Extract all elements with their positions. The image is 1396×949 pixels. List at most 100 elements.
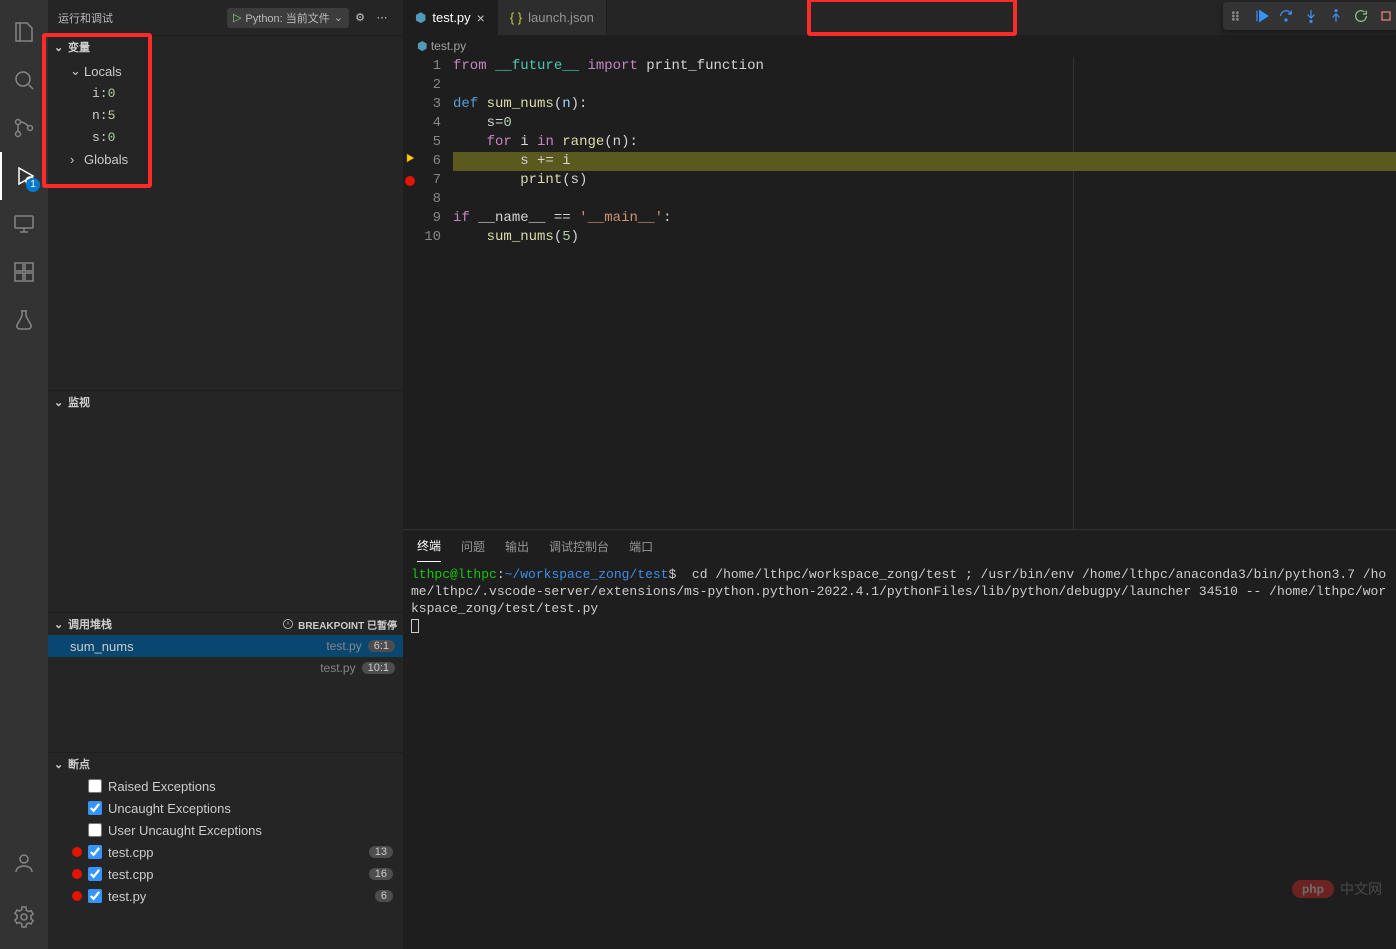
chevron-down-icon: ⌄ — [54, 758, 68, 771]
editor-tab[interactable]: { }launch.json — [498, 0, 607, 35]
checkbox[interactable] — [88, 845, 102, 859]
callstack-title: 调用堆栈 — [68, 616, 112, 632]
code-line[interactable]: print(s) — [453, 171, 1396, 190]
watch-section: ⌄ 监视 — [48, 390, 403, 612]
callstack-frame[interactable]: sum_numstest.py6:1 — [48, 635, 403, 657]
callstack-header[interactable]: ⌄ 调用堆栈 BREAKPOINT 已暂停 — [48, 613, 403, 635]
variable-item[interactable]: i: 0 — [48, 82, 403, 104]
scope-locals[interactable]: ⌄ Locals — [48, 60, 403, 82]
activity-bar: 1 — [0, 0, 48, 949]
checkbox[interactable] — [88, 779, 102, 793]
line-number[interactable]: 4 — [403, 114, 453, 133]
code-line[interactable]: sum_nums(5) — [453, 228, 1396, 247]
side-panel-title: 运行和调试 — [58, 10, 113, 26]
checkbox[interactable] — [88, 823, 102, 837]
line-number[interactable]: 2 — [403, 76, 453, 95]
panel-tab[interactable]: 调试控制台 — [549, 530, 609, 562]
watch-header[interactable]: ⌄ 监视 — [48, 391, 403, 413]
accounts-icon[interactable] — [0, 839, 48, 887]
debug-config-selector[interactable]: ▷ Python: 当前文件 ⌄ — [227, 8, 349, 28]
search-icon[interactable] — [0, 56, 48, 104]
globals-label: Globals — [84, 152, 128, 167]
terminal-body[interactable]: lthpc@lthpc:~/workspace_zong/test$ cd /h… — [403, 562, 1396, 949]
panel-tabs: 终端问题输出调试控制台端口 — [403, 530, 1396, 562]
locals-label: Locals — [84, 64, 122, 79]
json-icon: { } — [510, 10, 522, 25]
breadcrumb-label: test.py — [431, 39, 466, 53]
panel-tab[interactable]: 端口 — [629, 530, 653, 562]
line-number[interactable]: 3 — [403, 95, 453, 114]
close-icon[interactable]: × — [477, 10, 485, 26]
breakpoint-item[interactable]: test.py6 — [48, 885, 403, 907]
breakpoints-title: 断点 — [68, 756, 90, 772]
callstack-section: ⌄ 调用堆栈 BREAKPOINT 已暂停 sum_numstest.py6:1… — [48, 612, 403, 752]
play-icon: ▷ — [233, 11, 241, 24]
code-line[interactable]: def sum_nums(n): — [453, 95, 1396, 114]
breakpoint-item[interactable]: test.cpp16 — [48, 863, 403, 885]
scope-globals[interactable]: › Globals — [48, 148, 403, 170]
panel-tab[interactable]: 终端 — [417, 530, 441, 562]
settings-gear-icon[interactable] — [0, 893, 48, 941]
watermark: php 中文网 — [1292, 879, 1382, 899]
editor-group: ⬢test.py×{ }launch.json ⬢ test.py 123456… — [403, 0, 1396, 949]
code-line[interactable]: s += i — [453, 152, 1396, 171]
source-control-icon[interactable] — [0, 104, 48, 152]
step-into-button[interactable] — [1300, 5, 1322, 27]
breakpoint-option[interactable]: Raised Exceptions — [48, 775, 403, 797]
current-line-arrow-icon — [403, 152, 419, 171]
panel-tab[interactable]: 输出 — [505, 530, 529, 562]
variables-header[interactable]: ⌄ 变量 — [48, 36, 403, 58]
debug-toolbar[interactable] — [1223, 2, 1396, 30]
editor-tab[interactable]: ⬢test.py× — [403, 0, 498, 35]
breakpoint-option[interactable]: Uncaught Exceptions — [48, 797, 403, 819]
breakpoints-header[interactable]: ⌄ 断点 — [48, 753, 403, 775]
chevron-down-icon: ⌄ — [334, 11, 343, 24]
variables-title: 变量 — [68, 39, 90, 55]
breadcrumb[interactable]: ⬢ test.py — [403, 35, 1396, 57]
run-debug-icon[interactable]: 1 — [0, 152, 48, 200]
code-line[interactable] — [453, 76, 1396, 95]
code-line[interactable]: if __name__ == '__main__': — [453, 209, 1396, 228]
line-number[interactable]: 1 — [403, 57, 453, 76]
python-icon: ⬢ — [415, 10, 426, 26]
panel: 终端问题输出调试控制台端口 lthpc@lthpc:~/workspace_zo… — [403, 529, 1396, 949]
panel-tab[interactable]: 问题 — [461, 530, 485, 562]
code-line[interactable]: from __future__ import print_function — [453, 57, 1396, 76]
explorer-icon[interactable] — [0, 8, 48, 56]
checkbox[interactable] — [88, 801, 102, 815]
breakpoint-dot-icon[interactable] — [405, 176, 415, 186]
code-editor[interactable]: 12345678910 from __future__ import print… — [403, 57, 1396, 529]
step-out-button[interactable] — [1325, 5, 1347, 27]
variable-item[interactable]: n: 5 — [48, 104, 403, 126]
restart-button[interactable] — [1350, 5, 1372, 27]
remote-explorer-icon[interactable] — [0, 200, 48, 248]
term-path: ~/workspace_zong/test — [505, 567, 669, 582]
line-number[interactable]: 8 — [403, 190, 453, 209]
breakpoint-item[interactable]: test.cpp13 — [48, 841, 403, 863]
drag-handle-icon[interactable] — [1225, 5, 1247, 27]
line-number[interactable]: 5 — [403, 133, 453, 152]
breakpoints-section: ⌄ 断点 Raised ExceptionsUncaught Exception… — [48, 752, 403, 949]
config-gear-icon[interactable]: ⚙ — [349, 11, 371, 24]
code-line[interactable]: for i in range(n): — [453, 133, 1396, 152]
chevron-down-icon: ⌄ — [54, 618, 68, 631]
checkbox[interactable] — [88, 889, 102, 903]
variable-item[interactable]: s: 0 — [48, 126, 403, 148]
step-over-button[interactable] — [1275, 5, 1297, 27]
more-icon[interactable]: ⋯ — [371, 11, 393, 24]
breakpoint-option[interactable]: User Uncaught Exceptions — [48, 819, 403, 841]
callstack-frame[interactable]: test.py10:1 — [48, 657, 403, 679]
code-line[interactable]: s=0 — [453, 114, 1396, 133]
breakpoint-dot-icon — [72, 869, 82, 879]
chevron-down-icon: ⌄ — [54, 41, 68, 54]
watch-title: 监视 — [68, 394, 90, 410]
code-line[interactable] — [453, 190, 1396, 209]
testing-icon[interactable] — [0, 296, 48, 344]
extensions-icon[interactable] — [0, 248, 48, 296]
stop-button[interactable] — [1375, 5, 1396, 27]
line-number[interactable]: 10 — [403, 228, 453, 247]
continue-button[interactable] — [1250, 5, 1272, 27]
editor-gutter[interactable]: 12345678910 — [403, 57, 453, 529]
line-number[interactable]: 9 — [403, 209, 453, 228]
checkbox[interactable] — [88, 867, 102, 881]
